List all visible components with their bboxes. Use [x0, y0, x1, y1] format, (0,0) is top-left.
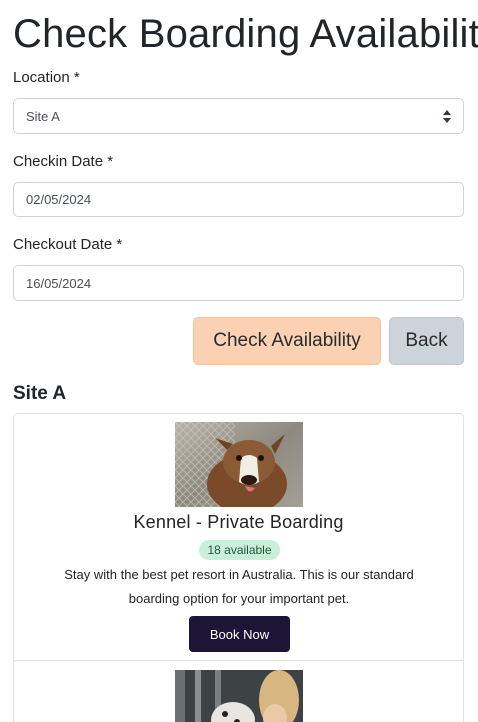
select-arrows-icon — [443, 110, 451, 123]
boarding-option-description: Stay with the best pet resort in Austral… — [64, 567, 414, 606]
location-label: Location * — [13, 69, 80, 86]
checkout-date-input[interactable]: 16/05/2024 — [13, 265, 464, 301]
site-heading: Site A — [13, 383, 67, 404]
dog-photo — [175, 422, 303, 507]
boarding-option-title: Kennel - Private Boarding — [133, 512, 344, 532]
location-select[interactable]: Site A — [13, 98, 464, 134]
checkin-date-input[interactable]: 02/05/2024 — [13, 182, 464, 217]
boarding-option-card: Kennel - Private Boarding 18 available S… — [13, 413, 464, 722]
dog-photo — [175, 670, 303, 722]
check-availability-button[interactable]: Check Availability — [193, 317, 381, 365]
checkin-date-value: 02/05/2024 — [26, 192, 92, 207]
checkin-date-label: Checkin Date * — [13, 153, 114, 170]
back-button[interactable]: Back — [389, 317, 464, 365]
checkout-date-label: Checkout Date * — [13, 236, 123, 253]
checkout-date-value: 16/05/2024 — [26, 275, 92, 291]
availability-badge: 18 available — [199, 540, 280, 560]
book-now-button[interactable]: Book Now — [189, 616, 290, 652]
location-selected-value: Site A — [26, 108, 60, 124]
page-title: Check Boarding Availability — [13, 12, 478, 56]
card-divider — [14, 660, 463, 661]
